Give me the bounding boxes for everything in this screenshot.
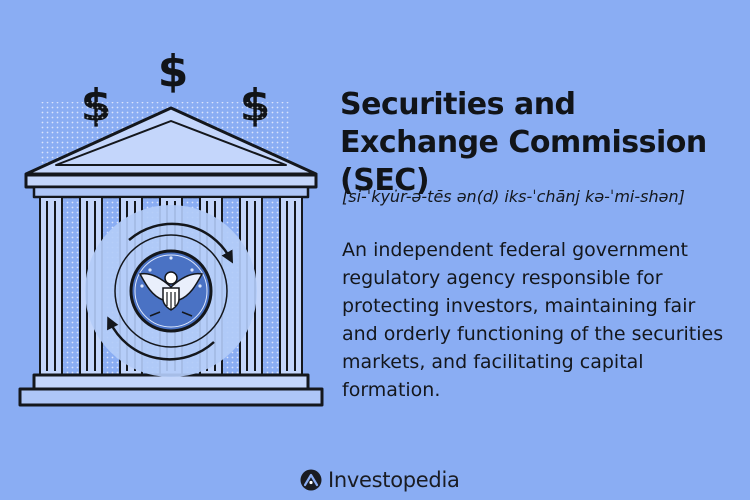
term-card: $ $ $ [0, 0, 750, 500]
investopedia-wordmark: Investopedia [328, 468, 460, 492]
investopedia-logo-icon [300, 469, 322, 491]
term-title: Securities and Exchange Commission (SEC) [340, 87, 707, 198]
investopedia-logo[interactable]: Investopedia [300, 466, 460, 494]
term-definition: An independent federal government regula… [342, 239, 724, 401]
dollar-sign-icon: $ [158, 46, 189, 97]
term-pronunciation: [si-ˈkyu̇r-ə-tēs ən(d) iks-ˈchānj kə-ˈmi… [342, 187, 685, 206]
sec-building-illustration: $ $ $ [18, 46, 324, 407]
eagle-seal-icon [129, 249, 213, 333]
